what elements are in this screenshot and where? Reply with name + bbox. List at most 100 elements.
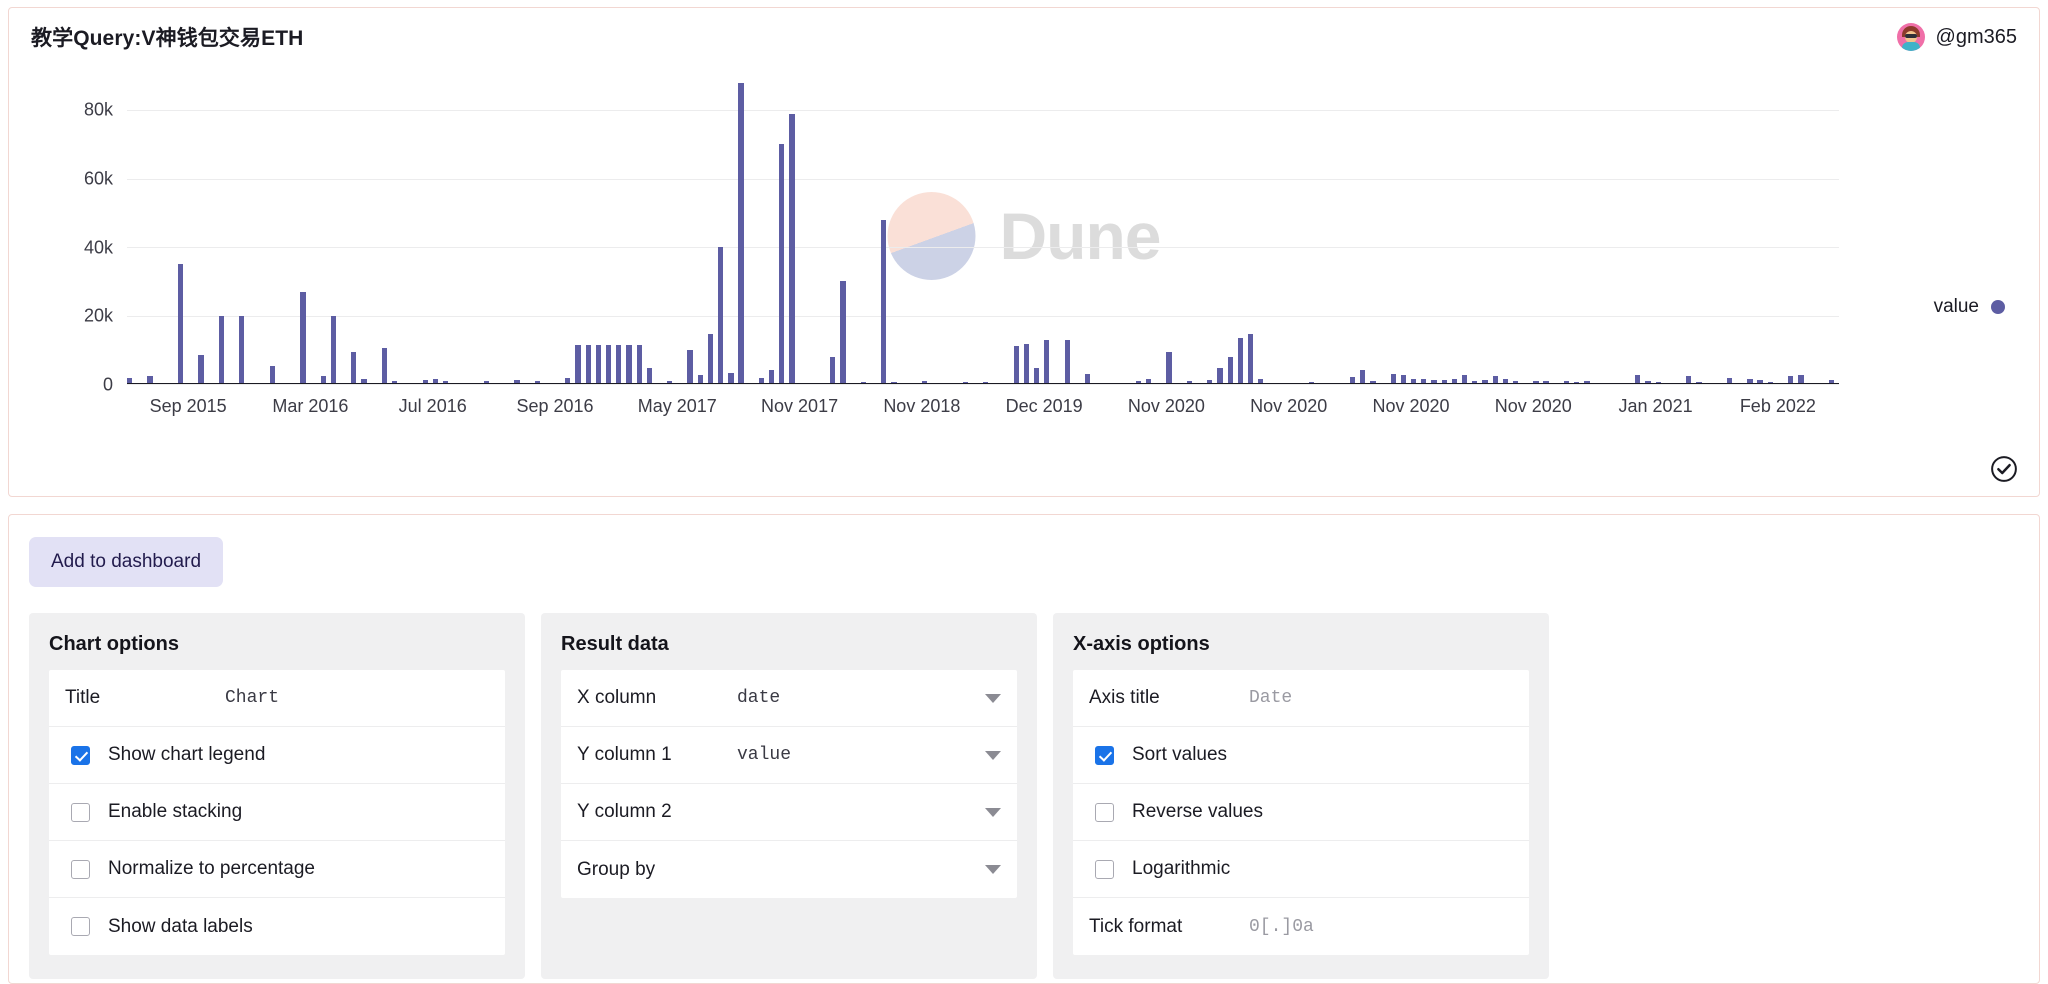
check-circle-icon[interactable] xyxy=(1989,454,2019,484)
chart-bar[interactable] xyxy=(687,350,693,384)
panel-title: X-axis options xyxy=(1073,633,1210,655)
row-label: Tick format xyxy=(1089,915,1183,937)
panel-rows: Title Chart Show chart legend Enable stacki… xyxy=(49,670,505,955)
row-value[interactable]: Date xyxy=(1249,688,1513,708)
checkbox-label: Normalize to percentage xyxy=(108,858,315,879)
x-axis-tick-label: May 2017 xyxy=(637,396,717,416)
row-value[interactable]: 0[.]0a xyxy=(1249,917,1513,937)
checkbox-label: Show data labels xyxy=(108,915,253,937)
chart-bar[interactable] xyxy=(1044,339,1050,384)
chart-card: 教学Query:V神钱包交易ETH @gm365 Dune 0 20k 40k 60k… xyxy=(8,7,2040,497)
options-panel: Result data X column date Y column 1 value Y … xyxy=(541,613,1037,979)
axis-title-field[interactable]: Axis title Date xyxy=(1073,670,1529,727)
panel-title: Result data xyxy=(561,633,669,655)
chart-bar[interactable] xyxy=(779,144,785,384)
x-axis-tick-label: Feb 2022 xyxy=(1739,396,1816,416)
chart-bar[interactable] xyxy=(1237,337,1244,384)
x-axis-tick-label: Jul 2016 xyxy=(398,396,467,416)
chevron-down-icon[interactable] xyxy=(985,750,1001,760)
user-chip[interactable]: @gm365 xyxy=(1896,23,2017,51)
chevron-down-icon[interactable] xyxy=(985,865,1001,874)
panel-rows: Axis title Date Sort values Reverse values L… xyxy=(1073,670,1529,955)
chart-bar[interactable] xyxy=(218,315,224,384)
x-axis-tick-label: Nov 2017 xyxy=(761,396,839,416)
row-label: Y column 2 xyxy=(577,801,672,822)
reverse-values-checkbox[interactable]: Reverse values xyxy=(1073,784,1529,841)
checkbox-unchecked-icon[interactable] xyxy=(71,802,90,822)
tick-format-field[interactable]: Tick format 0[.]0a xyxy=(1073,898,1529,955)
chart-bar[interactable] xyxy=(300,291,306,384)
chart-bar[interactable] xyxy=(1013,346,1019,384)
y-axis-tick-label: 40k xyxy=(83,237,113,258)
chart-bar[interactable] xyxy=(330,315,337,384)
chart-bar[interactable] xyxy=(585,344,591,384)
show-data-labels-checkbox[interactable]: Show data labels xyxy=(49,898,505,955)
chart-plot-area: Dune 0 20k 40k 60k 80k Sep 2015 Mar 2016 Jul 2… xyxy=(9,56,2039,456)
chart-bar[interactable] xyxy=(881,219,887,384)
chart-bar[interactable] xyxy=(177,264,184,384)
chart-bar[interactable] xyxy=(1064,340,1070,384)
checkbox-checked-icon[interactable] xyxy=(71,745,90,765)
x-column-select[interactable]: X column date xyxy=(561,670,1017,727)
chart-bar[interactable] xyxy=(1227,356,1233,384)
chart-bar[interactable] xyxy=(789,113,795,384)
x-axis-tick-label: Dec 2019 xyxy=(1005,396,1083,416)
y-column-1-select[interactable]: Y column 1 value xyxy=(561,727,1017,784)
normalize-to-percentage-checkbox[interactable]: Normalize to percentage xyxy=(49,841,505,898)
chart-title-field[interactable]: Title Chart xyxy=(49,670,505,727)
chart-bar[interactable] xyxy=(707,334,714,384)
group-by-select[interactable]: Group by xyxy=(561,841,1017,898)
chart-bar[interactable] xyxy=(636,344,642,384)
x-axis-tick-label: Jan 2021 xyxy=(1618,396,1693,416)
chart-bar[interactable] xyxy=(1023,343,1030,384)
y-column-2-select[interactable]: Y column 2 xyxy=(561,784,1017,841)
options-panel: X-axis options Axis title Date Sort values R… xyxy=(1053,613,1549,979)
row-label: Y column 1 xyxy=(577,744,672,765)
chart-bar[interactable] xyxy=(269,366,275,384)
chart-bar[interactable] xyxy=(616,344,622,384)
bars-layer[interactable] xyxy=(127,76,1839,384)
chart-bar[interactable] xyxy=(738,82,744,384)
options-card: Add to dashboard Chart options Title Chart… xyxy=(8,514,2040,984)
checkbox-unchecked-icon[interactable] xyxy=(1095,859,1114,879)
panel-title: Chart options xyxy=(49,633,179,655)
chart-bar[interactable] xyxy=(381,348,388,384)
chart-bar[interactable] xyxy=(718,247,724,384)
x-axis-tick-label: Nov 2020 xyxy=(1127,396,1205,416)
chart-bar[interactable] xyxy=(1166,351,1172,384)
chart-bar[interactable] xyxy=(840,281,846,384)
page-root: 教学Query:V神钱包交易ETH @gm365 Dune 0 20k 40k 60k… xyxy=(0,7,2048,984)
enable-stacking-checkbox[interactable]: Enable stacking xyxy=(49,784,505,841)
checkbox-label: Sort values xyxy=(1132,744,1228,765)
sort-values-checkbox[interactable]: Sort values xyxy=(1073,727,1529,784)
chart-legend[interactable]: value xyxy=(1934,296,2005,318)
x-axis-tick-label: Nov 2020 xyxy=(1250,396,1328,416)
chart-bar[interactable] xyxy=(575,344,581,384)
row-label: Axis title xyxy=(1089,687,1160,708)
y-axis-tick-label: 80k xyxy=(83,99,113,120)
chart-bar[interactable] xyxy=(595,344,602,384)
checkbox-label: Show chart legend xyxy=(108,744,266,765)
chevron-down-icon[interactable] xyxy=(985,693,1001,703)
chart-bar[interactable] xyxy=(239,315,245,384)
chart-bar[interactable] xyxy=(626,344,632,384)
chart-bar[interactable] xyxy=(605,344,612,384)
add-to-dashboard-button[interactable]: Add to dashboard xyxy=(29,537,224,587)
chevron-down-icon[interactable] xyxy=(985,807,1001,817)
checkbox-unchecked-icon[interactable] xyxy=(71,859,90,879)
row-value[interactable]: date xyxy=(737,688,985,708)
y-axis-tick-label: 60k xyxy=(83,168,113,189)
checkbox-checked-icon[interactable] xyxy=(1095,745,1114,765)
show-chart-legend-checkbox[interactable]: Show chart legend xyxy=(49,727,505,784)
chart-bar[interactable] xyxy=(351,351,357,384)
chart-bar[interactable] xyxy=(830,357,836,384)
page-title: 教学Query:V神钱包交易ETH xyxy=(31,27,304,50)
checkbox-unchecked-icon[interactable] xyxy=(1095,802,1114,822)
chart-bar[interactable] xyxy=(198,354,204,384)
row-value[interactable]: value xyxy=(737,745,985,765)
logarithmic-checkbox[interactable]: Logarithmic xyxy=(1073,841,1529,898)
chart-bar[interactable] xyxy=(1247,334,1254,384)
checkbox-unchecked-icon[interactable] xyxy=(71,917,90,936)
checkbox-label: Logarithmic xyxy=(1132,858,1231,879)
row-value[interactable]: Chart xyxy=(225,688,489,708)
